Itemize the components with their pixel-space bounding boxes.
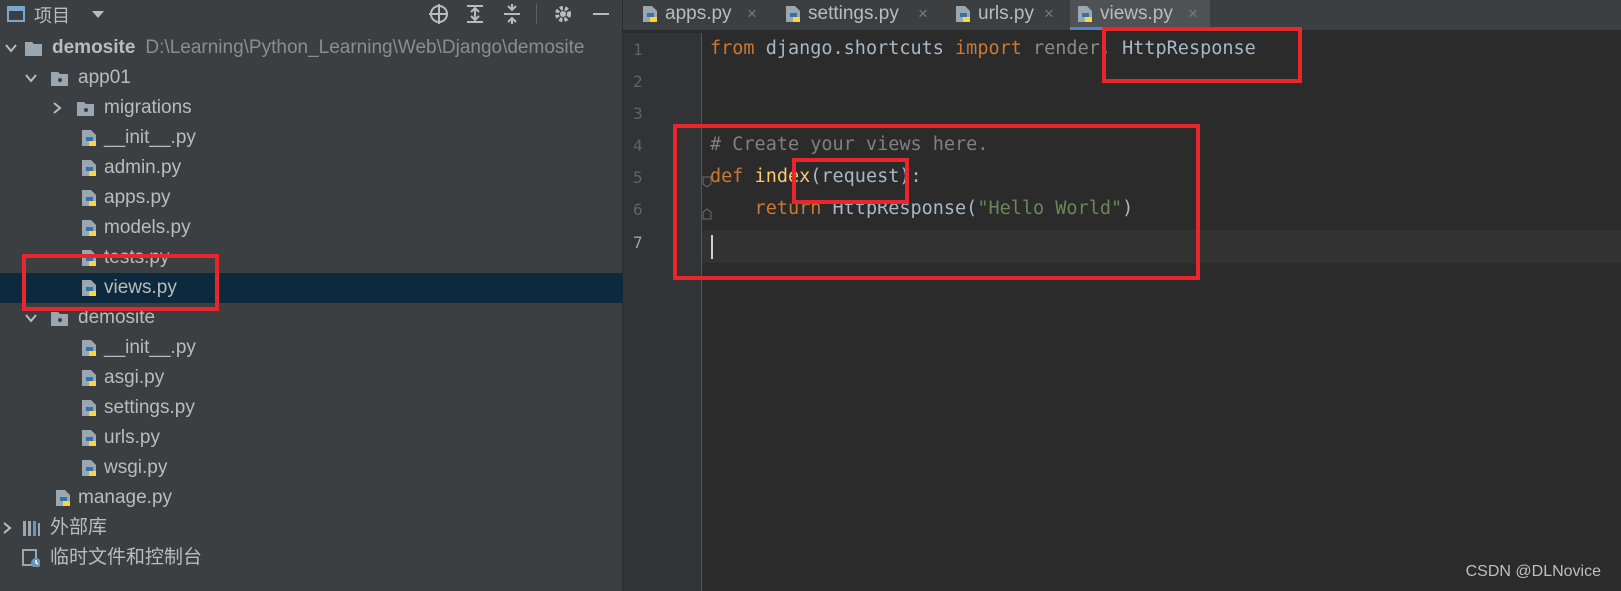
hide-panel-icon[interactable] <box>591 4 611 24</box>
tree-item-file[interactable]: models.py <box>0 213 623 243</box>
tree-item-label: settings.py <box>104 397 195 418</box>
chevron-down-icon[interactable] <box>4 41 18 55</box>
line-number: 3 <box>633 104 643 123</box>
chevron-down-icon[interactable] <box>88 4 108 24</box>
line-number: 2 <box>633 72 643 91</box>
tree-item-label: app01 <box>78 67 131 88</box>
tree-item-file[interactable]: manage.py <box>0 483 623 513</box>
code-token: from <box>710 38 755 59</box>
highlight-views-file <box>22 254 219 311</box>
close-icon[interactable]: × <box>918 0 928 28</box>
tree-item-file[interactable]: asgi.py <box>0 363 623 393</box>
tree-item-label: wsgi.py <box>104 457 168 478</box>
tree-item-demosite-root[interactable]: demosite D:\Learning\Python_Learning\Web\… <box>0 33 623 63</box>
python-file-icon <box>956 6 970 22</box>
scratches-icon <box>22 549 40 567</box>
tree-item-file[interactable]: apps.py <box>0 183 623 213</box>
line-number: 6 <box>633 200 643 219</box>
gutter-divider <box>701 33 702 591</box>
folder-icon <box>77 102 94 116</box>
tree-item-label: migrations <box>104 97 192 118</box>
tree-item-file[interactable]: urls.py <box>0 423 623 453</box>
line-number: 5 <box>633 168 643 187</box>
tree-item-file[interactable]: wsgi.py <box>0 453 623 483</box>
folder-icon <box>25 42 42 56</box>
library-icon <box>23 521 40 536</box>
code-token: import <box>955 38 1022 59</box>
tree-item-migrations[interactable]: migrations <box>0 93 623 123</box>
tree-item-app01[interactable]: app01 <box>0 63 623 93</box>
python-file-icon <box>786 6 800 22</box>
tree-item-scratches[interactable]: 临时文件和控制台 <box>0 543 623 573</box>
python-file-icon <box>82 160 96 176</box>
chevron-down-icon[interactable] <box>24 311 38 325</box>
gear-icon[interactable] <box>553 4 573 24</box>
python-file-icon <box>1078 6 1092 22</box>
python-file-icon <box>82 370 96 386</box>
tab-label: settings.py <box>808 3 899 24</box>
tree-item-external-libraries[interactable]: 外部库 <box>0 513 623 543</box>
tree-item-label: manage.py <box>78 487 173 508</box>
folder-icon <box>51 72 68 86</box>
line-number: 4 <box>633 136 643 155</box>
line-number: 1 <box>633 40 643 59</box>
code-token: django.shortcuts <box>754 38 956 59</box>
tree-item-label: models.py <box>104 217 191 238</box>
collapse-all-icon[interactable] <box>502 4 522 24</box>
tree-item-label: admin.py <box>104 157 182 178</box>
tree-item-label: demosite <box>52 37 136 58</box>
tab-label: views.py <box>1100 3 1173 24</box>
tab-apps-py[interactable]: apps.py × <box>635 0 765 30</box>
tab-settings-py[interactable]: settings.py × <box>778 0 938 30</box>
tree-item-label: asgi.py <box>104 367 165 388</box>
close-icon[interactable]: × <box>747 0 757 28</box>
tab-views-py[interactable]: views.py × <box>1070 0 1210 30</box>
highlight-httpresponse-import <box>1102 27 1302 83</box>
python-file-icon <box>82 340 96 356</box>
tree-item-label: __init__.py <box>104 127 196 148</box>
python-file-icon <box>82 220 96 236</box>
code-token: render, <box>1021 38 1111 59</box>
close-icon[interactable]: × <box>1188 0 1198 28</box>
tree-item-file[interactable]: settings.py <box>0 393 623 423</box>
folder-icon <box>51 312 68 326</box>
watermark: CSDN @DLNovice <box>1465 563 1601 580</box>
tree-item-label: urls.py <box>104 427 160 448</box>
python-file-icon <box>82 460 96 476</box>
python-file-icon <box>82 130 96 146</box>
python-file-icon <box>82 190 96 206</box>
project-panel: 项目 demosite D:\Learning\Python_Learning\W… <box>0 0 623 591</box>
separator <box>536 4 537 24</box>
tab-label: urls.py <box>978 3 1034 24</box>
chevron-down-icon[interactable] <box>24 71 38 85</box>
tree-item-file[interactable]: admin.py <box>0 153 623 183</box>
tree-item-file[interactable]: __init__.py <box>0 123 623 153</box>
expand-all-icon[interactable] <box>465 4 485 24</box>
editor: apps.py × settings.py × urls.py × views.… <box>623 0 1621 591</box>
python-file-icon <box>643 6 657 22</box>
highlight-view-function <box>673 124 1200 280</box>
line-number: 7 <box>633 233 643 252</box>
tree-item-path: D:\Learning\Python_Learning\Web\Django\d… <box>145 37 585 58</box>
tree-item-label: 临时文件和控制台 <box>50 547 203 568</box>
panel-title[interactable]: 项目 <box>34 2 70 28</box>
panel-header: 项目 <box>0 0 623 28</box>
tree-item-label: apps.py <box>104 187 171 208</box>
tree-item-file[interactable]: __init__.py <box>0 333 623 363</box>
highlight-request-param <box>792 158 909 204</box>
tree-item-label: __init__.py <box>104 337 196 358</box>
project-window-icon[interactable] <box>6 4 26 24</box>
python-file-icon <box>56 490 70 506</box>
close-icon[interactable]: × <box>1044 0 1054 28</box>
chevron-right-icon[interactable] <box>0 521 14 535</box>
chevron-right-icon[interactable] <box>50 101 64 115</box>
tab-label: apps.py <box>665 3 732 24</box>
tab-urls-py[interactable]: urls.py × <box>948 0 1063 30</box>
python-file-icon <box>82 430 96 446</box>
tab-bar: apps.py × settings.py × urls.py × views.… <box>623 0 1621 30</box>
locate-file-icon[interactable] <box>428 4 448 24</box>
tree-item-label: 外部库 <box>50 517 108 538</box>
python-file-icon <box>82 400 96 416</box>
